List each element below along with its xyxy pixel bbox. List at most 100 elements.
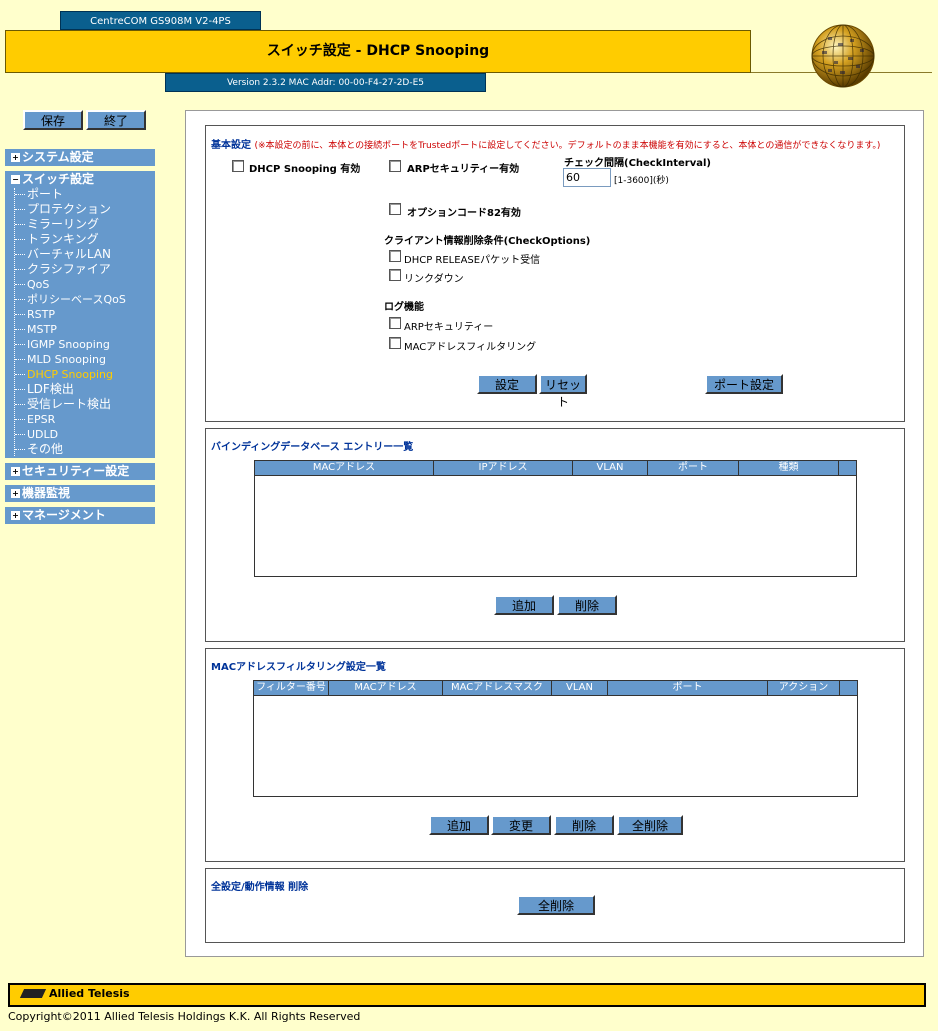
nav-security[interactable]: + セキュリティー設定	[5, 463, 155, 480]
expand-icon: +	[11, 153, 20, 162]
expand-icon: +	[11, 489, 20, 498]
page-title: スイッチ設定 - DHCP Snooping	[5, 30, 751, 73]
nav-item-mld-snooping[interactable]: MLD Snooping	[15, 352, 106, 367]
option82-label: オプションコード82有効	[407, 208, 521, 219]
nav-item-trunking[interactable]: トランキング	[15, 232, 99, 247]
binding-add-button[interactable]: 追加	[494, 595, 554, 615]
link-down-checkbox[interactable]	[389, 269, 401, 281]
arp-security-enable-label: ARPセキュリティー有効	[407, 164, 520, 175]
col-port: ポート	[608, 681, 768, 695]
copyright: Copyright©2011 Allied Telesis Holdings K…	[8, 1010, 361, 1023]
log-mac-filter-label: MACアドレスフィルタリング	[404, 342, 537, 353]
nav-item-mstp[interactable]: MSTP	[15, 322, 57, 337]
col-mac-address: MACアドレス	[255, 461, 434, 475]
nav-item-rstp[interactable]: RSTP	[15, 307, 55, 322]
nav-system-label: システム設定	[22, 150, 94, 164]
mac-filter-delete-all-button[interactable]: 全削除	[617, 815, 683, 835]
log-arp-label: ARPセキュリティー	[404, 322, 494, 333]
nav-management[interactable]: + マネージメント	[5, 507, 155, 524]
footer-bar	[8, 983, 926, 1007]
binding-database-title: バインディングデータベース エントリー一覧	[211, 442, 414, 453]
version-info: Version 2.3.2 MAC Addr: 00-00-F4-27-2D-E…	[165, 73, 486, 92]
nav-item-mirroring[interactable]: ミラーリング	[14, 217, 99, 232]
link-down-label: リンクダウン	[404, 274, 464, 285]
log-mac-filter-checkbox[interactable]	[389, 337, 401, 349]
check-options-heading: クライアント情報削除条件(CheckOptions)	[384, 236, 591, 247]
col-vlan: VLAN	[573, 461, 648, 475]
clear-all-delete-button[interactable]: 全削除	[517, 895, 595, 915]
nav-item-udld[interactable]: UDLD	[14, 427, 58, 442]
dhcp-release-label: DHCP RELEASEパケット受信	[404, 255, 541, 266]
option82-checkbox[interactable]	[389, 203, 401, 215]
nav-item-other[interactable]: その他	[14, 442, 63, 457]
nav-item-ldf[interactable]: LDF検出	[15, 382, 74, 397]
nav-monitor-label: 機器監視	[22, 486, 71, 500]
dhcp-snooping-enable-checkbox[interactable]	[232, 160, 244, 172]
reset-button[interactable]: リセット	[539, 374, 587, 409]
col-mac-mask: MACアドレスマスク	[443, 681, 552, 695]
allied-telesis-mark-icon	[19, 989, 47, 998]
dhcp-release-checkbox[interactable]	[389, 250, 401, 262]
col-port: ポート	[648, 461, 739, 475]
clear-all-section: 全設定/動作情報 削除 全削除	[205, 868, 905, 943]
expand-icon: +	[11, 511, 20, 520]
basic-settings-section: 基本設定 (※本設定の前に、本体との接続ポートをTrustedポートに設定してく…	[205, 125, 905, 422]
check-interval-input[interactable]	[563, 168, 611, 187]
nav-item-vlan[interactable]: バーチャルLAN	[14, 247, 111, 262]
mac-filter-table-header: フィルター番号 MACアドレス MACアドレスマスク VLAN ポート アクショ…	[254, 681, 857, 696]
collapse-icon: −	[11, 175, 20, 184]
mac-filter-add-button[interactable]: 追加	[429, 815, 489, 835]
arp-security-enable-checkbox[interactable]	[389, 160, 401, 172]
log-arp-checkbox[interactable]	[389, 317, 401, 329]
nav-item-epsr[interactable]: EPSR	[14, 412, 55, 427]
globe-logo-icon	[811, 24, 875, 88]
nav-item-protection[interactable]: プロテクション	[14, 202, 111, 217]
set-button[interactable]: 設定	[477, 374, 537, 394]
brand-text: Allied Telesis	[49, 987, 130, 1000]
nav-switch-label: スイッチ設定	[22, 172, 95, 186]
scrollbar-header	[840, 681, 857, 695]
basic-title-text: 基本設定	[211, 140, 251, 151]
nav-item-igmp-snooping[interactable]: IGMP Snooping	[15, 337, 110, 352]
log-heading: ログ機能	[384, 302, 424, 313]
binding-delete-button[interactable]: 削除	[557, 595, 617, 615]
col-action: アクション	[768, 681, 840, 695]
nav-system[interactable]: + システム設定	[5, 149, 155, 166]
allied-telesis-logo: Allied Telesis	[19, 987, 130, 1000]
nav-item-port[interactable]: ポート	[14, 187, 63, 202]
binding-table: MACアドレス IPアドレス VLAN ポート 種類	[254, 460, 857, 577]
port-setting-button[interactable]: ポート設定	[705, 374, 783, 394]
mac-filter-title: MACアドレスフィルタリング設定一覧	[211, 662, 386, 673]
binding-database-section: バインディングデータベース エントリー一覧 MACアドレス IPアドレス VLA…	[205, 428, 905, 642]
mac-filter-delete-button[interactable]: 削除	[554, 815, 614, 835]
expand-icon: +	[11, 467, 20, 476]
nav-item-rate-detect[interactable]: 受信レート検出	[14, 397, 111, 412]
nav-switch[interactable]: − スイッチ設定	[5, 171, 155, 188]
clear-all-title: 全設定/動作情報 削除	[211, 882, 309, 893]
mac-filter-change-button[interactable]: 変更	[491, 815, 551, 835]
save-button[interactable]: 保存	[23, 110, 83, 130]
scrollbar-header	[839, 461, 856, 475]
binding-table-header: MACアドレス IPアドレス VLAN ポート 種類	[255, 461, 856, 476]
mac-filter-section: MACアドレスフィルタリング設定一覧 フィルター番号 MACアドレス MACアド…	[205, 648, 905, 862]
basic-settings-title: 基本設定 (※本設定の前に、本体との接続ポートをTrustedポートに設定してく…	[211, 136, 880, 151]
col-mac-address: MACアドレス	[329, 681, 443, 695]
mac-filter-table: フィルター番号 MACアドレス MACアドレスマスク VLAN ポート アクショ…	[253, 680, 858, 797]
nav-item-policy-qos[interactable]: ポリシーベースQoS	[15, 292, 126, 307]
tree-line	[14, 188, 16, 456]
nav-management-label: マネージメント	[22, 508, 106, 522]
nav-monitor[interactable]: + 機器監視	[5, 485, 155, 502]
nav-item-dhcp-snooping[interactable]: DHCP Snooping	[15, 367, 113, 382]
nav-item-qos[interactable]: QoS	[14, 277, 49, 292]
col-ip-address: IPアドレス	[434, 461, 573, 475]
nav-item-classifier[interactable]: クラシファイア	[15, 262, 111, 277]
col-filter-number: フィルター番号	[254, 681, 329, 695]
col-type: 種類	[739, 461, 839, 475]
exit-button[interactable]: 終了	[86, 110, 146, 130]
dhcp-snooping-enable-label: DHCP Snooping 有効	[249, 164, 361, 175]
col-vlan: VLAN	[552, 681, 608, 695]
nav-security-label: セキュリティー設定	[22, 464, 130, 478]
model-tab: CentreCOM GS908M V2-4PS	[60, 11, 261, 30]
check-interval-range: [1-3600](秒)	[614, 176, 669, 186]
check-interval-label: チェック間隔(CheckInterval)	[564, 158, 711, 169]
